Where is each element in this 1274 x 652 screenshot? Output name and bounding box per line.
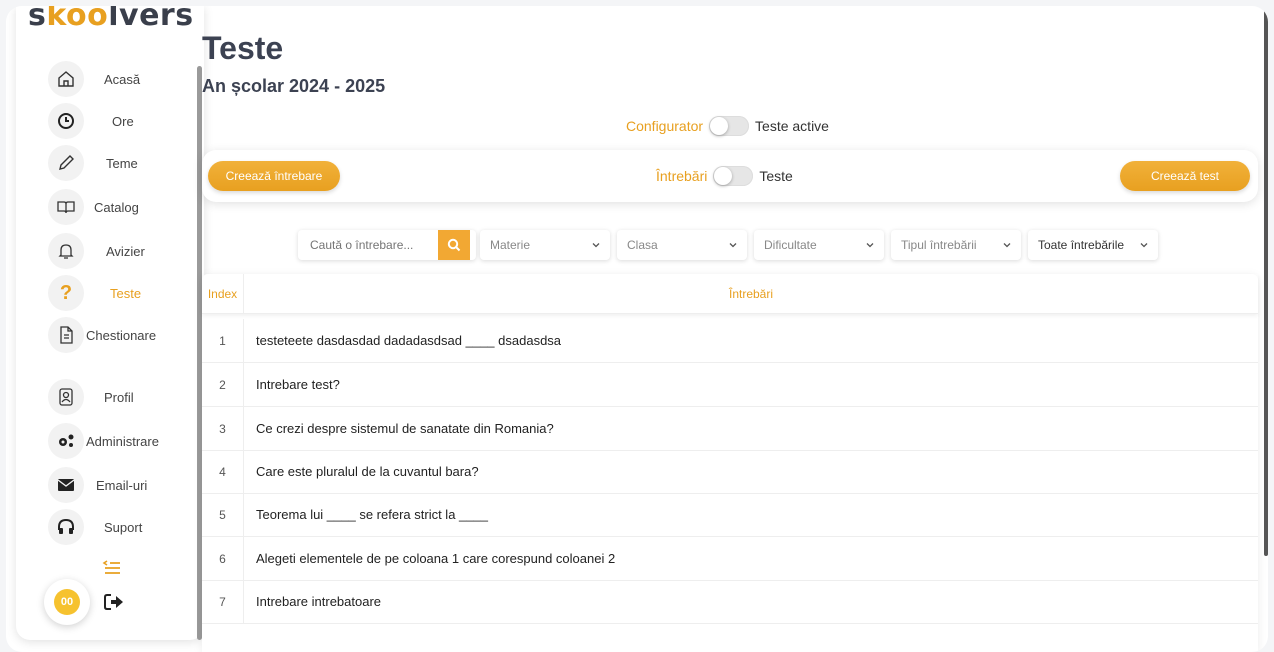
table-row[interactable]: 3 Ce crezi despre sistemul de sanatate d…: [202, 407, 1258, 451]
page-scrollbar[interactable]: [1264, 6, 1268, 556]
sidebar: skoolvers Acasă Ore Teme Catalog Avizier…: [16, 6, 204, 640]
question-icon: ?: [48, 275, 84, 311]
page-subtitle: An școlar 2024 - 2025: [202, 76, 386, 96]
sidebar-item-label: Teme: [106, 155, 138, 171]
avatar[interactable]: 00: [44, 579, 90, 625]
sidebar-item-label: Profil: [104, 389, 134, 405]
sidebar-item-acasa[interactable]: Acasă: [48, 60, 198, 98]
sidebar-item-label: Avizier: [106, 243, 145, 259]
subject-select[interactable]: Materie: [480, 230, 610, 260]
table-row[interactable]: 7 Intrebare intrebatoare: [202, 580, 1258, 624]
toggle-label-right: Teste active: [755, 118, 829, 134]
document-icon: [48, 317, 84, 353]
sidebar-item-teme[interactable]: Teme: [48, 144, 198, 182]
questions-table: Index Întrebări 1 testeteete dasdasdad d…: [202, 274, 1258, 652]
chevron-down-icon: [866, 243, 874, 248]
search-button[interactable]: [438, 230, 470, 260]
search-input[interactable]: [298, 230, 438, 260]
sidebar-item-email[interactable]: Email-uri: [48, 466, 198, 504]
sidebar-item-administrare[interactable]: Administrare: [48, 422, 198, 460]
create-test-button[interactable]: Creează test: [1120, 161, 1250, 191]
sidebar-item-avizier[interactable]: Avizier: [48, 232, 198, 270]
sidebar-item-label: Catalog: [94, 199, 139, 215]
mail-icon: [48, 467, 84, 503]
search-icon: [447, 238, 461, 252]
logo: skoolvers: [28, 6, 194, 33]
sidebar-item-chestionare[interactable]: Chestionare: [48, 316, 198, 354]
chevron-down-icon: [1140, 243, 1148, 248]
switch-knob: [710, 117, 729, 135]
sidebar-item-label: Teste: [110, 285, 142, 301]
collapse-menu-icon[interactable]: [102, 557, 122, 577]
table-row[interactable]: 6 Alegeti elementele de pe coloana 1 car…: [202, 537, 1258, 581]
chevron-down-icon: [592, 243, 600, 248]
sidebar-item-label: Acasă: [104, 71, 141, 87]
app-window: skoolvers Acasă Ore Teme Catalog Avizier…: [6, 6, 1268, 652]
mode-toggle[interactable]: Configurator Teste active: [626, 116, 829, 136]
sidebar-item-teste[interactable]: ? Teste: [48, 274, 198, 312]
page-title: Teste: [202, 30, 284, 66]
toggle-label-right: Teste: [759, 168, 793, 184]
sidebar-item-profil[interactable]: Profil: [48, 378, 198, 416]
question-type-select[interactable]: Tipul întrebării: [891, 230, 1021, 260]
sidebar-item-catalog[interactable]: Catalog: [48, 188, 198, 226]
all-questions-select[interactable]: Toate întrebările: [1028, 230, 1158, 260]
action-bar: Creează întrebare Întrebări Teste Creeaz…: [202, 150, 1258, 202]
toggle-label-left: Întrebări: [656, 168, 708, 184]
table-row[interactable]: 5 Teorema lui ____ se refera strict la _…: [202, 493, 1258, 537]
table-header: Index Întrebări: [202, 274, 1258, 314]
table-row[interactable]: 1 testeteete dasdasdad dadadasdsad ____ …: [202, 319, 1258, 363]
bell-icon: [48, 233, 84, 269]
create-question-button[interactable]: Creează întrebare: [208, 161, 340, 191]
view-switch[interactable]: [713, 166, 754, 186]
home-icon: [48, 61, 84, 97]
headphones-icon: [48, 509, 84, 545]
toggle-label-left: Configurator: [626, 118, 704, 134]
switch-knob: [714, 167, 733, 185]
sidebar-item-label: Administrare: [86, 433, 159, 449]
book-icon: [48, 189, 84, 225]
sidebar-item-label: Suport: [104, 519, 143, 535]
table-row[interactable]: 4 Care este pluralul de la cuvantul bara…: [202, 450, 1258, 494]
column-header-index[interactable]: Index: [202, 274, 244, 314]
clock-icon: [48, 103, 84, 139]
class-select[interactable]: Clasa: [617, 230, 747, 260]
column-header-questions[interactable]: Întrebări: [244, 274, 1258, 314]
pencil-icon: [48, 145, 84, 181]
chevron-down-icon: [1003, 243, 1011, 248]
gears-icon: [48, 423, 84, 459]
logout-icon[interactable]: [104, 593, 124, 611]
mode-switch[interactable]: [709, 116, 750, 136]
sidebar-item-label: Chestionare: [86, 327, 157, 343]
sidebar-item-suport[interactable]: Suport: [48, 508, 198, 546]
table-row[interactable]: 2 Intrebare test?: [202, 363, 1258, 407]
sidebar-item-label: Ore: [112, 113, 134, 129]
sidebar-item-ore[interactable]: Ore: [48, 102, 198, 140]
search-box: [298, 230, 476, 260]
sidebar-item-label: Email-uri: [96, 477, 148, 493]
difficulty-select[interactable]: Dificultate: [754, 230, 884, 260]
chevron-down-icon: [729, 243, 737, 248]
view-toggle[interactable]: Întrebări Teste: [656, 166, 793, 186]
profile-icon: [48, 379, 84, 415]
